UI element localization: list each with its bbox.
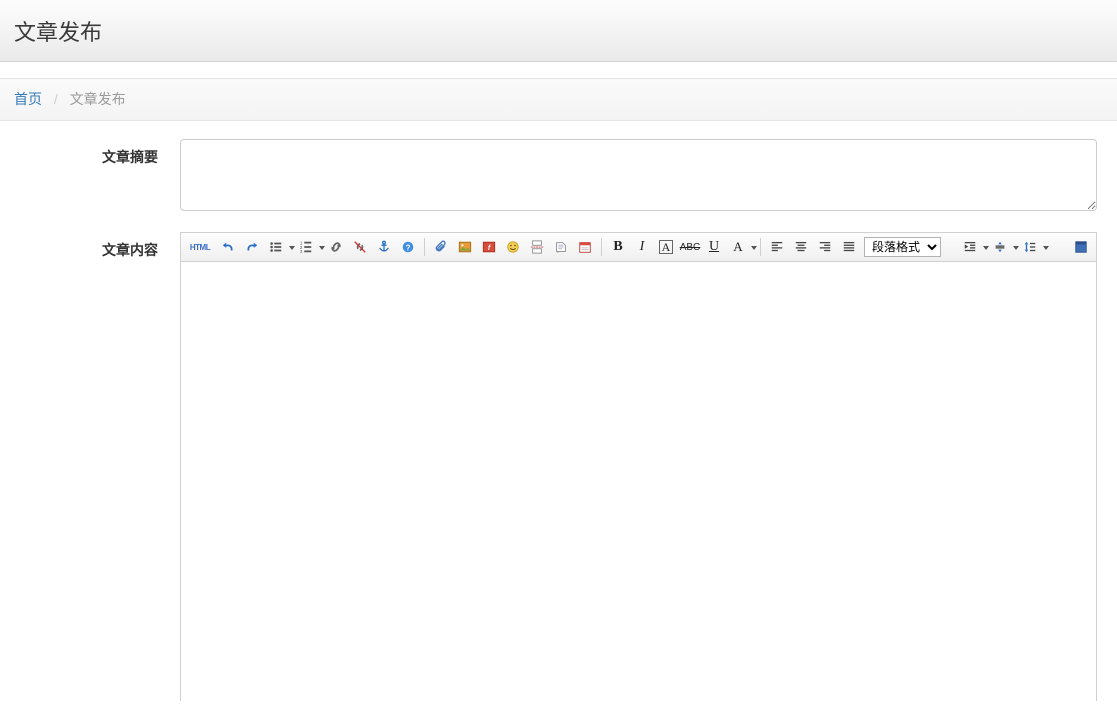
attach-button[interactable] <box>430 236 452 258</box>
date-button[interactable] <box>574 236 596 258</box>
image-icon <box>458 240 472 254</box>
insertcode-icon <box>554 240 568 254</box>
emoji-button[interactable] <box>502 236 524 258</box>
strike-button[interactable]: ABC <box>679 236 701 258</box>
underline-button[interactable]: U <box>703 236 725 258</box>
toolbar-separator <box>760 238 761 256</box>
content-label: 文章内容 <box>20 232 180 701</box>
indent-left-icon <box>963 240 977 254</box>
chevron-down-icon <box>1043 246 1049 250</box>
editor-body[interactable] <box>181 262 1096 701</box>
editor-toolbar: HTML <box>181 233 1096 262</box>
summary-control <box>180 139 1097 214</box>
format-select[interactable]: 段落格式 <box>864 237 941 257</box>
fontcolor-icon: A <box>659 240 674 254</box>
toolbar-separator <box>601 238 602 256</box>
italic-button[interactable]: I <box>631 236 653 258</box>
source-button[interactable]: HTML <box>185 236 215 258</box>
emoji-icon <box>506 240 520 254</box>
undo-button[interactable] <box>217 236 239 258</box>
strike-icon: ABC <box>680 242 701 253</box>
redo-button[interactable] <box>241 236 263 258</box>
page-title: 文章发布 <box>14 15 102 47</box>
unordered-list-button[interactable] <box>265 236 293 258</box>
page-header: 文章发布 <box>0 0 1117 62</box>
pagebreak-button[interactable] <box>526 236 548 258</box>
svg-text:f: f <box>488 245 491 252</box>
indent-right-button[interactable] <box>989 236 1017 258</box>
flash-icon: f <box>482 240 496 254</box>
alignleft-button[interactable] <box>766 236 788 258</box>
content-row: 文章内容 HTML <box>20 232 1097 701</box>
rich-editor: HTML <box>180 232 1097 701</box>
unlink-icon <box>353 240 367 254</box>
alignjustify-icon <box>842 240 856 254</box>
toolbar-separator <box>424 238 425 256</box>
lineheight-button[interactable] <box>1019 236 1047 258</box>
underline-icon: U <box>709 239 719 255</box>
svg-text:2: 2 <box>300 245 303 250</box>
attach-icon <box>434 240 448 254</box>
undo-icon <box>221 240 235 254</box>
indent-right-icon <box>993 240 1007 254</box>
anchor-button[interactable] <box>373 236 395 258</box>
image-button[interactable] <box>454 236 476 258</box>
summary-row: 文章摘要 <box>20 139 1097 214</box>
content-control: HTML <box>180 232 1097 701</box>
breadcrumb: 首页 / 文章发布 <box>0 79 1117 121</box>
alignright-button[interactable] <box>814 236 836 258</box>
summary-label: 文章摘要 <box>20 139 180 214</box>
italic-icon: I <box>640 239 645 255</box>
redo-icon <box>245 240 259 254</box>
link-button[interactable] <box>325 236 347 258</box>
bold-icon: B <box>613 239 622 255</box>
breadcrumb-separator: / <box>54 91 58 107</box>
html-icon: HTML <box>190 243 210 252</box>
indent-left-button[interactable] <box>959 236 987 258</box>
aligncenter-icon <box>794 240 808 254</box>
alignjustify-button[interactable] <box>838 236 860 258</box>
breadcrumb-home-link[interactable]: 首页 <box>14 91 42 107</box>
bold-button[interactable]: B <box>607 236 629 258</box>
content-area[interactable]: 文章摘要 文章内容 HTML <box>0 121 1117 701</box>
aligncenter-button[interactable] <box>790 236 812 258</box>
help-icon: ? <box>401 240 415 254</box>
alignleft-icon <box>770 240 784 254</box>
flash-button[interactable]: f <box>478 236 500 258</box>
date-icon <box>578 240 592 254</box>
fullscreen-button[interactable] <box>1070 236 1092 258</box>
alignright-icon <box>818 240 832 254</box>
ordered-list-button[interactable]: 1 2 3 <box>295 236 323 258</box>
fontcolor-button[interactable]: A <box>655 236 677 258</box>
svg-text:3: 3 <box>300 249 303 254</box>
insertcode-button[interactable] <box>550 236 572 258</box>
format-select-wrap: 段落格式 <box>864 237 955 257</box>
lineheight-icon <box>1023 240 1037 254</box>
header-gap <box>0 62 1117 79</box>
unordered-list-icon <box>269 240 283 254</box>
ordered-list-icon: 1 2 3 <box>299 240 313 254</box>
anchor-icon <box>377 240 391 254</box>
format-select-dropdown[interactable] <box>941 237 955 257</box>
link-icon <box>329 240 343 254</box>
svg-text:1: 1 <box>300 240 303 245</box>
help-button[interactable]: ? <box>397 236 419 258</box>
unlink-button[interactable] <box>349 236 371 258</box>
chevron-down-icon <box>751 246 757 250</box>
pagebreak-icon <box>530 240 544 254</box>
removeformat-button[interactable]: A <box>727 236 755 258</box>
removeformat-icon: A <box>733 239 742 255</box>
breadcrumb-current: 文章发布 <box>70 91 126 107</box>
summary-textarea[interactable] <box>180 139 1097 211</box>
fullscreen-icon <box>1074 240 1088 254</box>
svg-text:?: ? <box>406 244 411 253</box>
